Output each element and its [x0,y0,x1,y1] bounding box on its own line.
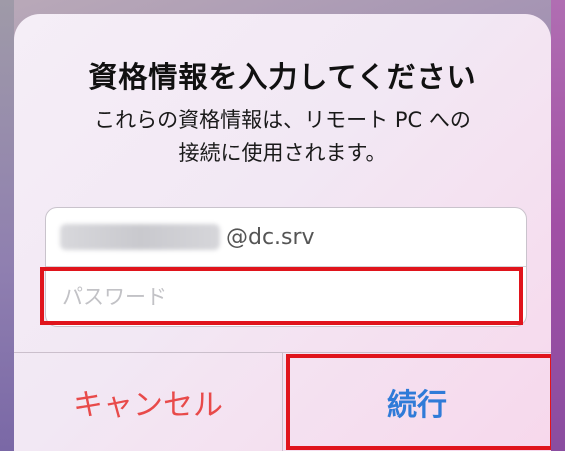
username-field[interactable]: @dc.srv [46,208,526,267]
credential-field-group: @dc.srv [45,207,527,327]
continue-button[interactable]: 続行 [283,353,551,451]
password-row [46,267,526,326]
username-domain-suffix: @dc.srv [226,224,315,250]
blurred-username [60,224,220,250]
password-field[interactable] [60,283,504,310]
dialog-title: 資格情報を入力してください [88,60,477,94]
cancel-button[interactable]: キャンセル [14,353,282,451]
credentials-dialog: 資格情報を入力してください これらの資格情報は、リモート PC への 接続に使用… [14,14,551,451]
dialog-message: これらの資格情報は、リモート PC への 接続に使用されます。 [94,108,471,165]
background-left-edge [0,0,14,451]
background-right-edge [551,0,565,451]
